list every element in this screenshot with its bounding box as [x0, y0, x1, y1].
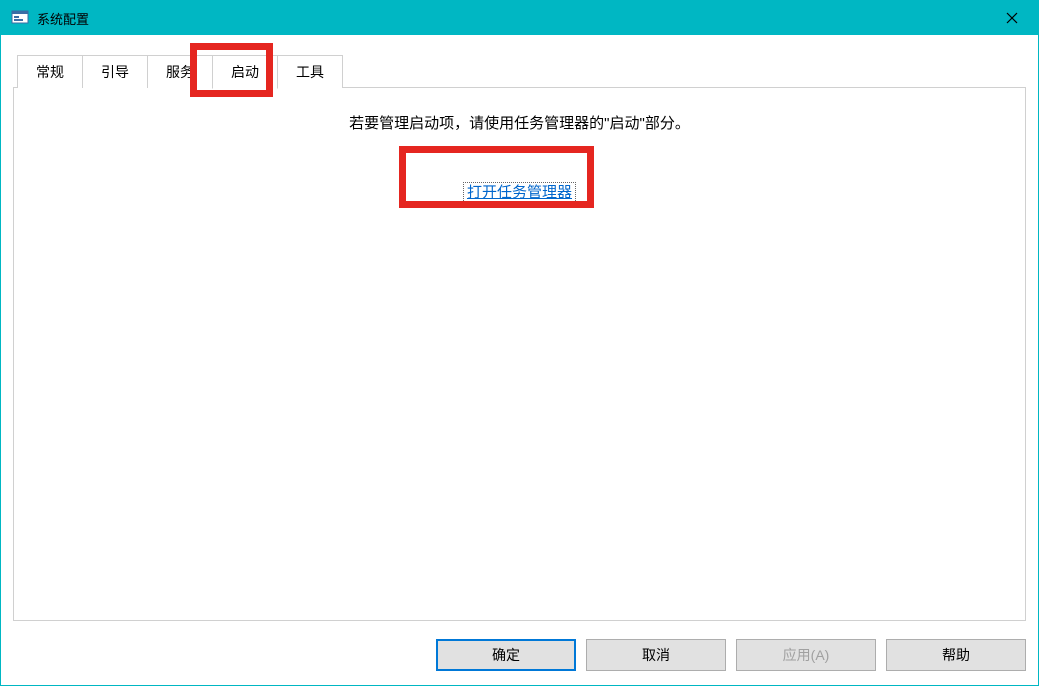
app-icon	[11, 9, 29, 27]
link-container: 打开任务管理器	[34, 181, 1005, 202]
instruction-text: 若要管理启动项，请使用任务管理器的"启动"部分。	[34, 112, 1005, 133]
close-button[interactable]	[986, 1, 1038, 35]
tabs-row: 常规 引导 服务 启动 工具	[17, 55, 1026, 88]
open-task-manager-link[interactable]: 打开任务管理器	[463, 182, 576, 203]
apply-button[interactable]: 应用(A)	[736, 639, 876, 671]
dialog-button-row: 确定 取消 应用(A) 帮助	[1, 633, 1038, 685]
system-config-window: 系统配置 常规 引导 服务 启动 工具 若要管理启动项，请使用任务管理器的"启动…	[0, 0, 1039, 686]
window-title: 系统配置	[37, 9, 89, 28]
tab-startup[interactable]: 启动	[212, 55, 278, 89]
tab-boot[interactable]: 引导	[82, 55, 148, 88]
content-area: 常规 引导 服务 启动 工具 若要管理启动项，请使用任务管理器的"启动"部分。 …	[1, 35, 1038, 633]
cancel-button[interactable]: 取消	[586, 639, 726, 671]
tab-services[interactable]: 服务	[147, 55, 213, 88]
ok-button[interactable]: 确定	[436, 639, 576, 671]
titlebar: 系统配置	[1, 1, 1038, 35]
help-button[interactable]: 帮助	[886, 639, 1026, 671]
tab-general[interactable]: 常规	[17, 55, 83, 88]
tab-tools[interactable]: 工具	[277, 55, 343, 88]
tab-panel-startup: 若要管理启动项，请使用任务管理器的"启动"部分。 打开任务管理器	[13, 87, 1026, 621]
